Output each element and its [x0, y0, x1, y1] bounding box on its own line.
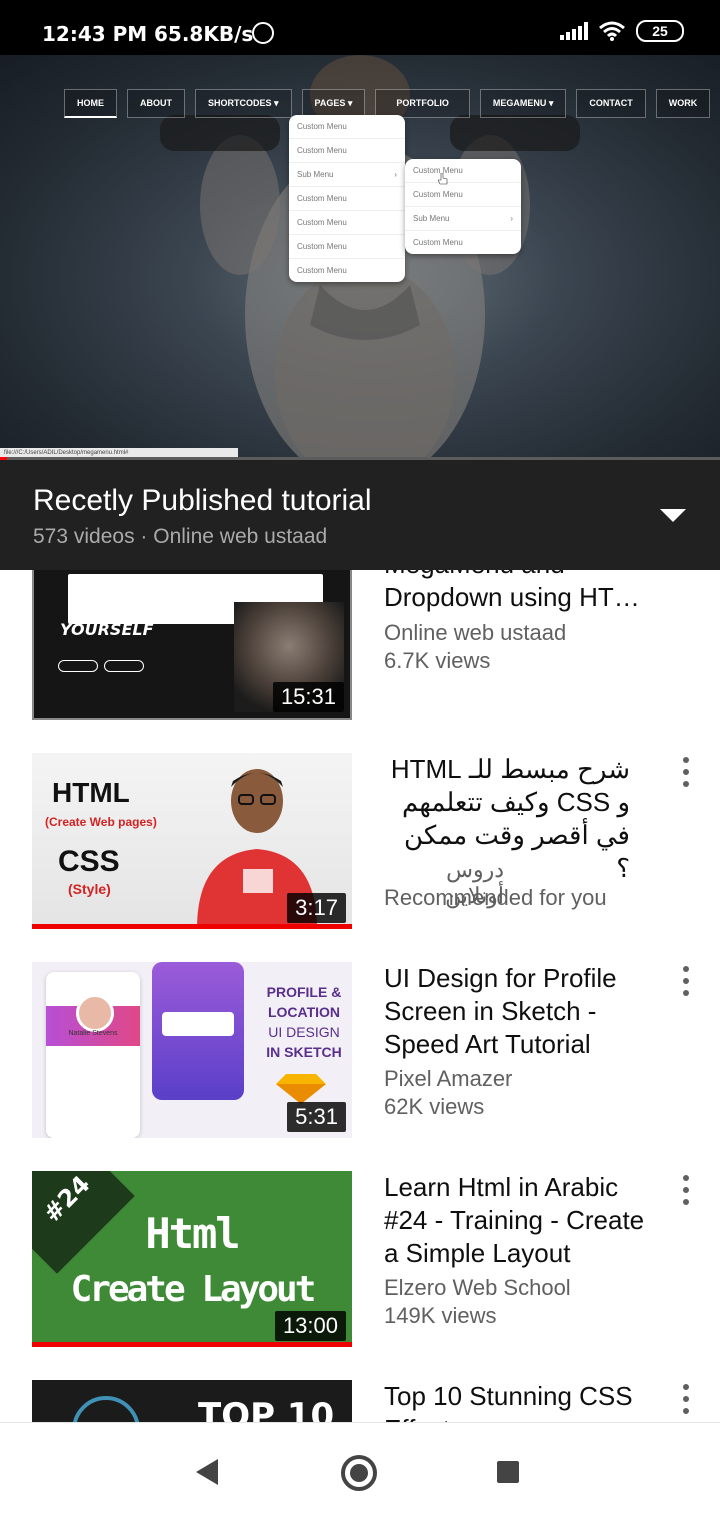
video-views: 6.7K views [384, 648, 491, 673]
demo-dropdown-menu: Custom Menu Custom Menu Sub Menu › Custom… [289, 115, 405, 282]
thumb-caption: TOP 10 [198, 1396, 335, 1422]
demo-nav-home: HOME [64, 89, 117, 118]
expand-caret-icon[interactable] [660, 509, 686, 522]
demo-nav-work: WORK [655, 89, 711, 118]
demo-nav: HOME ABOUT SHORTCODES ▾ PAGES ▾ PORTFOLI… [64, 89, 720, 118]
demo-dropdown-submenu: Sub Menu › [289, 163, 405, 187]
video-thumbnail[interactable]: HTML (Create Web pages) CSS (Style) 3:17 [32, 753, 352, 929]
list-item[interactable]: TOP 10 Top 10 Stunning CSS Effects [0, 1380, 720, 1422]
thumb-caption: Create Layout [70, 1269, 317, 1310]
demo-dropdown-item: Custom Menu [405, 159, 521, 183]
video-duration: 3:17 [287, 893, 346, 923]
video-title[interactable]: MegaMenu and Dropdown using HT… [384, 570, 660, 614]
demo-dropdown-item: Custom Menu [289, 115, 405, 139]
status-network-speed: 65.8KB/s [154, 22, 254, 46]
more-options-icon[interactable] [680, 966, 692, 996]
more-options-icon[interactable] [680, 1175, 692, 1205]
more-options-icon[interactable] [680, 757, 692, 787]
thumb-name: Natalie Stevens [68, 1030, 118, 1037]
demo-dropdown-item: Custom Menu [297, 266, 347, 275]
thumb-caption: Html [145, 1209, 240, 1258]
thumb-caption: (Create Web pages) [45, 815, 157, 829]
thumb-caption: CSS [58, 845, 120, 878]
video-meta: Recommended for you [384, 885, 607, 910]
video-thumbnail[interactable]: TOP 10 [32, 1380, 352, 1422]
demo-nav-pages: PAGES ▾ [301, 89, 366, 118]
video-thumbnail[interactable]: #24 Html Create Layout 13:00 [32, 1171, 352, 1347]
chevron-right-icon: › [394, 170, 397, 179]
demo-dropdown-item: Custom Menu [289, 235, 405, 259]
status-time: 12:43 PM [42, 22, 148, 46]
status-bar: 12:43 PM 65.8KB/s 25 [0, 0, 720, 55]
signal-icon [560, 22, 588, 40]
thumb-map-card [162, 1012, 234, 1036]
thumb-caption: YOURSELF [60, 620, 154, 639]
thumb-caption: PROFILE & LOCATION UI DESIGN IN SKETCH [260, 982, 348, 1062]
alarm-icon [252, 22, 274, 44]
demo-dropdown-item: Custom Menu [289, 187, 405, 211]
demo-nav-contact: CONTACT [576, 89, 646, 118]
sketch-logo-icon [276, 1074, 326, 1104]
list-item[interactable]: Natalie Stevens PROFILE & LOCATION UI DE… [0, 962, 720, 1142]
video-title[interactable]: UI Design for Profile Screen in Sketch -… [384, 962, 660, 1061]
list-item[interactable]: HTML (Create Web pages) CSS (Style) 3:17… [0, 753, 720, 933]
thumb-caption: HTML [52, 777, 130, 808]
home-icon[interactable] [341, 1455, 377, 1491]
demo-dropdown-item: Custom Menu [405, 183, 521, 207]
thumb-button [104, 660, 144, 672]
playlist-header[interactable]: Recetly Published tutorial 573 videos · … [0, 460, 720, 570]
thumb-caption-line: IN SKETCH [266, 1044, 342, 1060]
video-duration: 15:31 [272, 682, 344, 712]
watched-progress-bar [32, 1342, 352, 1347]
demo-nav-shortcodes: SHORTCODES ▾ [195, 89, 292, 118]
avatar [76, 994, 114, 1032]
thumb-phone-profile: Natalie Stevens [46, 972, 140, 1138]
thumb-caption-line: LOCATION [267, 1004, 341, 1020]
demo-dropdown-label: Sub Menu [413, 214, 450, 223]
more-options-icon[interactable] [680, 1384, 692, 1414]
thumb-button [58, 660, 98, 672]
recent-apps-icon[interactable] [497, 1461, 519, 1483]
chevron-right-icon: › [510, 214, 513, 223]
thumb-caption-line: UI DESIGN [268, 1024, 340, 1040]
demo-dropdown-submenu: Sub Menu › [405, 207, 521, 231]
demo-nav-about: ABOUT [127, 89, 185, 118]
video-views: 62K views [384, 1094, 485, 1119]
demo-dropdown-item: Custom Menu [289, 139, 405, 163]
video-list: YOURSELF 15:31 MegaMenu and Dropdown usi… [0, 570, 720, 1422]
video-thumbnail[interactable]: YOURSELF 15:31 [32, 570, 352, 720]
thumb-caption: (Style) [68, 881, 111, 897]
system-nav-bar [0, 1422, 720, 1521]
video-views: 149K views [384, 1303, 497, 1328]
thumb-ring [72, 1396, 140, 1422]
list-item[interactable]: #24 Html Create Layout 13:00 Learn Html … [0, 1171, 720, 1351]
demo-submenu: Custom Menu Custom Menu Sub Menu › Custom… [405, 159, 521, 254]
wifi-icon [599, 21, 625, 41]
demo-dropdown-item: Custom Menu [289, 211, 405, 235]
demo-nav-megamenu: MEGAMENU ▾ [479, 89, 567, 118]
list-item[interactable]: YOURSELF 15:31 MegaMenu and Dropdown usi… [0, 570, 720, 720]
demo-nav-portfolio: PORTFOLIO [375, 89, 470, 118]
video-duration: 5:31 [287, 1102, 346, 1132]
thumb-phone-map [152, 962, 244, 1100]
battery-icon: 25 [636, 20, 684, 42]
video-channel: Pixel Amazer [384, 1066, 513, 1091]
video-player[interactable]: HOME ABOUT SHORTCODES ▾ PAGES ▾ PORTFOLI… [0, 55, 720, 460]
hand-cursor-icon [438, 173, 448, 185]
playlist-title: Recetly Published tutorial [33, 484, 372, 517]
video-title[interactable]: Learn Html in Arabic #24 - Training - Cr… [384, 1171, 660, 1270]
watched-progress-bar [32, 924, 352, 929]
thumb-caption-line: PROFILE & [266, 984, 342, 1000]
playlist-meta: 573 videos · Online web ustaad [33, 525, 328, 548]
back-icon[interactable] [196, 1459, 218, 1485]
video-channel: Elzero Web School [384, 1275, 571, 1300]
demo-dropdown-label: Sub Menu [297, 170, 334, 179]
video-channel: Online web ustaad [384, 620, 567, 645]
demo-dropdown-item: Custom Menu [413, 238, 463, 247]
video-duration: 13:00 [274, 1311, 346, 1341]
video-title[interactable]: Top 10 Stunning CSS Effects [384, 1380, 674, 1422]
video-thumbnail[interactable]: Natalie Stevens PROFILE & LOCATION UI DE… [32, 962, 352, 1138]
